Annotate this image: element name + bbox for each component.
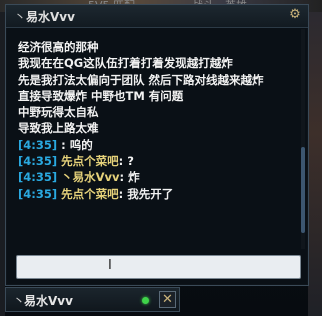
message-line: 导致我上路太难	[18, 121, 99, 136]
background-scene-right	[308, 12, 322, 316]
message-timestamp: [4:35]	[18, 170, 58, 185]
chat-message: [4:35] 丶易水Vvv: 炸	[18, 169, 296, 185]
chat-window: 丶 易水Vvv ⚙ 经济很高的那种 我现在在QG这队伍打着打着发现越打越炸 先是…	[5, 4, 309, 286]
scrollbar-thumb[interactable]	[301, 147, 305, 233]
message-text: 炸	[128, 170, 140, 185]
message-line: 经济很高的那种	[18, 40, 99, 54]
message-timestamp: [4:35]	[18, 154, 58, 169]
chat-message: [4:35] 先点个菜吧: ?	[18, 153, 296, 169]
message-line: 我现在在QG这队伍打着打着发现越打越炸	[18, 56, 233, 71]
message-separator: :	[61, 137, 66, 152]
message-timestamp: [4:35]	[18, 186, 58, 201]
message-timestamp: [4:35]	[18, 137, 58, 152]
online-status-icon	[142, 297, 149, 304]
message-separator: :	[118, 186, 124, 201]
message-sender[interactable]: 丶易水Vvv	[61, 170, 119, 184]
chat-message: [4:35] : 呜的	[18, 137, 296, 153]
chat-scrollbar[interactable]	[301, 29, 305, 249]
message-text: ?	[127, 154, 134, 169]
message-sender[interactable]: 先点个菜吧	[61, 187, 119, 201]
message-separator: :	[119, 170, 125, 185]
message-line: 先是我打法太偏向于团队 然后下路对线越来越炸	[18, 72, 264, 87]
chat-message: [4:35] 先点个菜吧: 我先开了	[18, 186, 296, 202]
message-sender[interactable]: 先点个菜吧	[61, 154, 119, 168]
chat-tab-yishui[interactable]: 丶 易水Vvv ✕	[5, 287, 180, 312]
gear-icon[interactable]: ⚙	[288, 8, 302, 22]
close-icon[interactable]: ✕	[159, 291, 176, 308]
header-prefix: 丶	[14, 10, 27, 24]
message-line: 中野玩得太自私	[18, 105, 99, 120]
message-text: 我先开了	[127, 186, 174, 201]
message-text: 呜的	[69, 137, 93, 152]
chat-partner-name: 易水Vvv	[26, 10, 75, 24]
screen: 5V5 匹配 战斗 - 英雄 丶 易水Vvv ⚙ 经济很高的那种 我现在在QG这…	[0, 0, 322, 316]
chat-input[interactable]	[16, 255, 301, 279]
chat-header[interactable]: 丶 易水Vvv ⚙	[6, 5, 308, 28]
tab-contact-name: 易水Vvv	[24, 294, 73, 308]
message-list: 经济很高的那种 我现在在QG这队伍打着打着发现越打越炸 先是我打法太偏向于团队 …	[18, 39, 296, 247]
message-separator: :	[118, 154, 124, 169]
message-line: 直接导致爆炸 中野也TM 有问题	[18, 88, 184, 103]
